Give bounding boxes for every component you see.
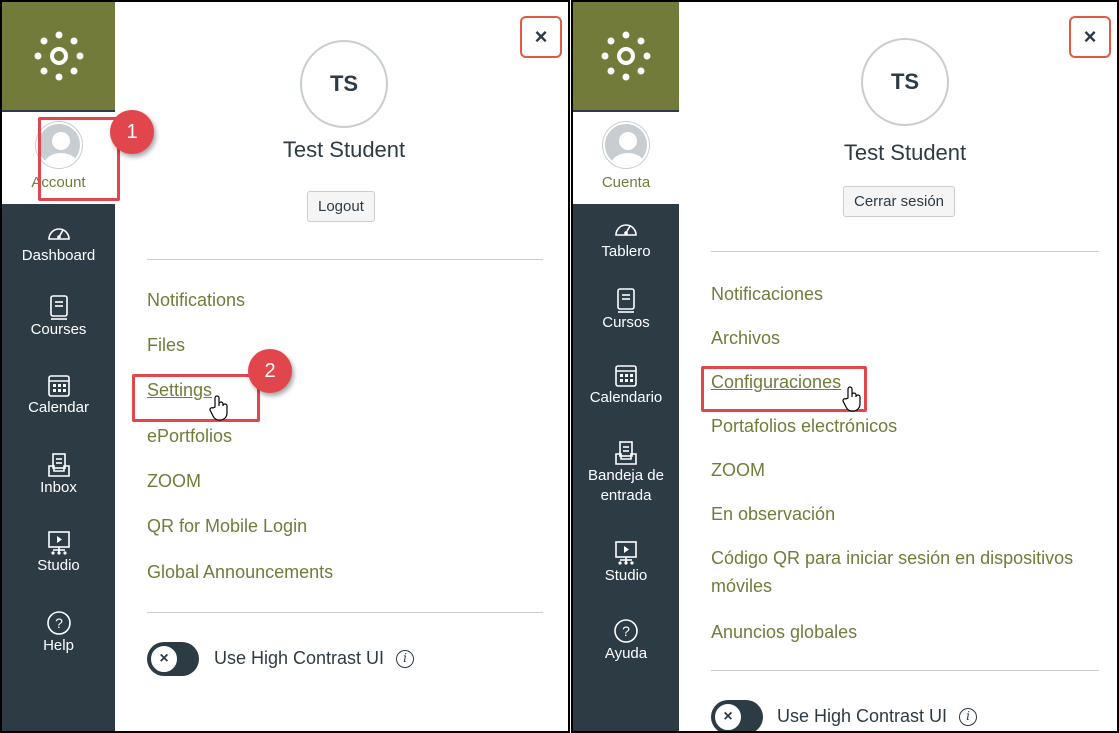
- highlight-settings: [132, 374, 260, 422]
- nav-item-studio[interactable]: Studio: [2, 530, 115, 576]
- global-navigation: Cuenta Tablero Cursos Calendario Bandeja…: [573, 2, 679, 731]
- user-avatar-large: TS: [861, 38, 949, 126]
- nav-label-calendar: Calendar: [28, 399, 89, 416]
- user-avatar-large: TS: [300, 40, 388, 128]
- high-contrast-text: Use High Contrast UI: [777, 706, 948, 726]
- high-contrast-text: Use High Contrast UI: [214, 648, 385, 668]
- studio-icon: [615, 541, 637, 565]
- nav-label-courses: Courses: [30, 321, 87, 338]
- nav-item-courses[interactable]: Courses: [2, 294, 115, 340]
- calendar-icon: [47, 375, 70, 397]
- toggle-off-icon: ×: [149, 644, 179, 674]
- help-icon: ?: [614, 619, 638, 643]
- highlight-account: [38, 117, 120, 201]
- step-badge-1: 1: [110, 110, 154, 154]
- nav-label-help: Ayuda: [604, 645, 648, 662]
- courses-icon: [49, 295, 68, 320]
- link-eportfolios[interactable]: ePortfolios: [147, 426, 232, 447]
- link-global-announcements[interactable]: Global Announcements: [147, 562, 333, 583]
- high-contrast-label: Use High Contrast UI i: [777, 706, 978, 727]
- nav-label-help: Help: [43, 637, 74, 654]
- close-button[interactable]: ×: [1069, 16, 1111, 58]
- divider: [147, 259, 543, 260]
- hand-cursor-icon: [209, 395, 228, 421]
- nav-label-courses: Cursos: [602, 314, 650, 331]
- high-contrast-label: Use High Contrast UI i: [214, 648, 415, 669]
- svg-text:?: ?: [622, 623, 630, 639]
- english-account-tray-panel: Account Dashboard Courses Calendar Inbox…: [0, 0, 570, 733]
- dashboard-icon: [615, 224, 637, 236]
- nav-label-calendar: Calendario: [589, 389, 663, 406]
- divider: [147, 612, 543, 613]
- info-icon[interactable]: i: [396, 650, 415, 668]
- studio-icon: [47, 531, 70, 555]
- nav-item-dashboard[interactable]: Dashboard: [2, 220, 115, 266]
- user-avatar-icon: [603, 122, 649, 168]
- canvas-logo[interactable]: [2, 2, 115, 110]
- link-files[interactable]: Archivos: [711, 328, 780, 349]
- user-name: Test Student: [282, 137, 406, 162]
- nav-item-inbox[interactable]: Inbox: [2, 452, 115, 498]
- canvas-logo-icon: [34, 31, 83, 81]
- link-eportfolios[interactable]: Portafolios electrónicos: [711, 416, 897, 437]
- nav-item-inbox[interactable]: Bandeja de entrada: [573, 440, 679, 506]
- nav-item-calendar[interactable]: Calendario: [573, 362, 679, 408]
- user-name: Test Student: [843, 140, 967, 165]
- info-icon[interactable]: i: [959, 708, 978, 726]
- logout-button[interactable]: Logout: [307, 191, 375, 222]
- divider: [711, 670, 1099, 671]
- link-notifications[interactable]: Notificaciones: [711, 284, 823, 305]
- nav-label-inbox-line1: Bandeja de: [588, 467, 664, 484]
- link-qr-mobile-login[interactable]: Código QR para iniciar sesión en disposi…: [711, 544, 1105, 600]
- link-qr-mobile-login[interactable]: QR for Mobile Login: [147, 516, 307, 537]
- divider: [711, 251, 1099, 252]
- nav-item-calendar[interactable]: Calendar: [2, 372, 115, 418]
- canvas-logo[interactable]: [573, 2, 679, 110]
- link-zoom[interactable]: ZOOM: [147, 471, 201, 492]
- courses-icon: [617, 288, 635, 313]
- spanish-account-tray-panel: Cuenta Tablero Cursos Calendario Bandeja…: [571, 0, 1119, 733]
- link-zoom[interactable]: ZOOM: [711, 460, 765, 481]
- nav-label-dashboard: Tablero: [601, 243, 651, 260]
- link-global-announcements[interactable]: Anuncios globales: [711, 622, 857, 643]
- nav-label-dashboard: Dashboard: [21, 247, 96, 264]
- toggle-off-icon: ×: [713, 702, 743, 731]
- nav-label-studio: Studio: [37, 557, 80, 574]
- step-badge-2: 2: [248, 349, 292, 393]
- global-navigation: Account Dashboard Courses Calendar Inbox…: [2, 2, 115, 731]
- close-button[interactable]: ×: [520, 16, 562, 58]
- logout-button[interactable]: Cerrar sesión: [843, 186, 956, 217]
- dashboard-icon: [47, 228, 70, 240]
- link-files[interactable]: Files: [147, 335, 185, 356]
- svg-text:?: ?: [55, 615, 63, 631]
- nav-item-help[interactable]: ? Ayuda: [573, 618, 679, 664]
- nav-item-account[interactable]: Cuenta: [573, 112, 679, 204]
- nav-label-inbox: Inbox: [40, 479, 77, 496]
- nav-item-help[interactable]: ? Help: [2, 610, 115, 656]
- link-observing[interactable]: En observación: [711, 504, 835, 525]
- canvas-logo-icon: [601, 31, 651, 81]
- help-icon: ?: [46, 611, 71, 635]
- calendar-icon: [615, 365, 637, 387]
- nav-label-studio: Studio: [604, 567, 648, 584]
- high-contrast-toggle[interactable]: ×: [147, 642, 199, 676]
- link-notifications[interactable]: Notifications: [147, 290, 245, 311]
- inbox-icon: [47, 453, 70, 477]
- nav-label-inbox-line2: entrada: [600, 487, 652, 504]
- nav-item-courses[interactable]: Cursos: [573, 287, 679, 333]
- inbox-icon: [615, 441, 637, 465]
- nav-label-account: Cuenta: [601, 174, 651, 191]
- nav-item-dashboard[interactable]: Tablero: [573, 216, 679, 262]
- nav-item-studio[interactable]: Studio: [573, 540, 679, 586]
- high-contrast-toggle[interactable]: ×: [711, 700, 763, 731]
- hand-cursor-icon: [842, 386, 861, 412]
